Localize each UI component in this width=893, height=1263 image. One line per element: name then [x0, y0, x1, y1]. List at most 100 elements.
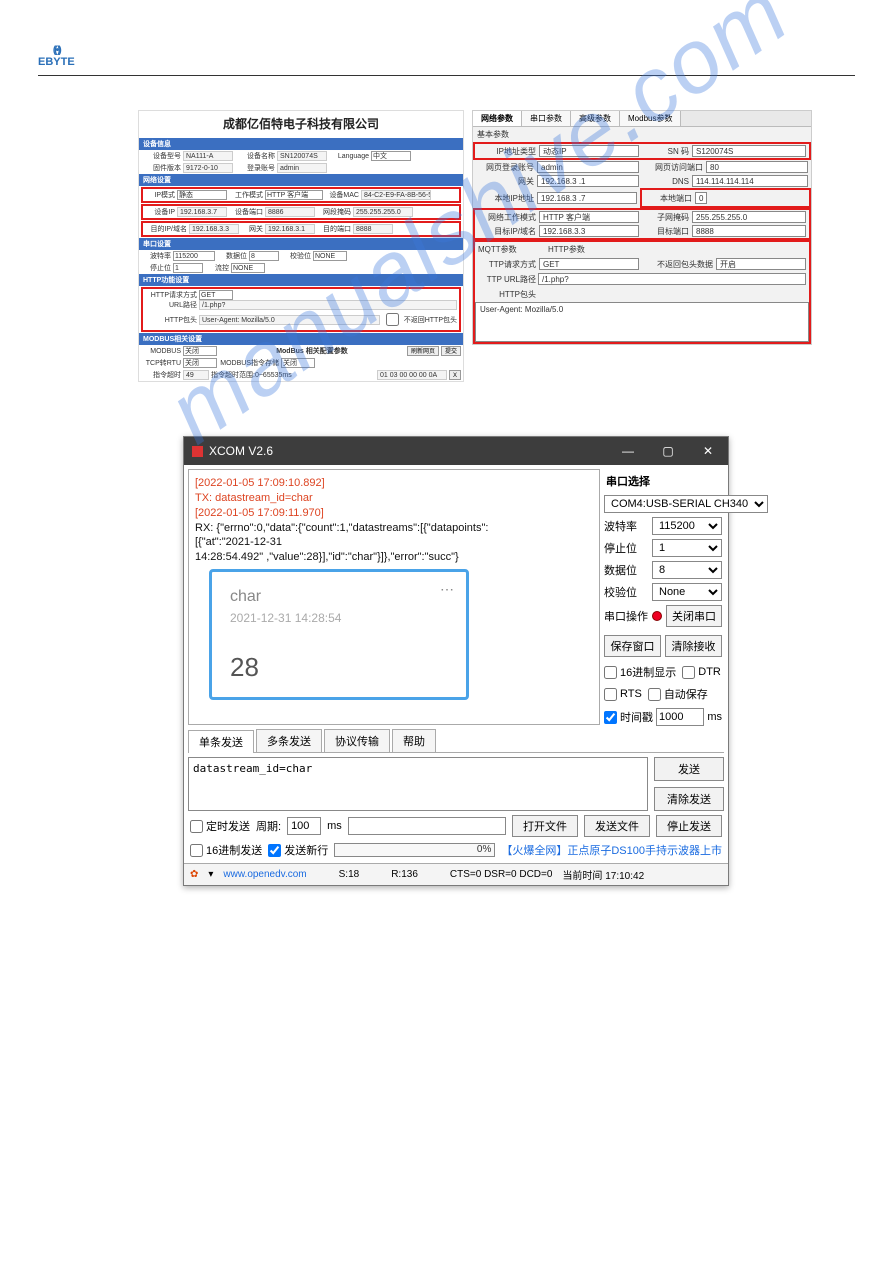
select-side-stop[interactable]: 1 — [652, 539, 722, 557]
ad-link[interactable]: 【火爆全网】正点原子DS100手持示波器上市 — [501, 842, 722, 858]
select-stopbit[interactable]: 1 — [173, 263, 203, 273]
select-side-parity[interactable]: None — [652, 583, 722, 601]
card-time: 2021-12-31 14:28:54 — [230, 610, 448, 626]
open-file-button[interactable]: 打开文件 — [512, 815, 578, 837]
label-model: 设备型号 — [141, 151, 181, 161]
input-local-port[interactable]: 0 — [695, 192, 707, 204]
port-select[interactable]: COM4:USB-SERIAL CH340 — [604, 495, 768, 513]
select-workmode[interactable]: HTTP 客户端 — [265, 190, 323, 200]
checkbox-newline[interactable] — [268, 844, 281, 857]
select-side-baud[interactable]: 115200 — [652, 517, 722, 535]
select-side-data[interactable]: 8 — [652, 561, 722, 579]
value-login: admin — [277, 163, 327, 173]
send-textarea[interactable]: datastream_id=char — [188, 757, 648, 811]
input-file-path[interactable] — [348, 817, 506, 835]
checkbox-timestamp[interactable] — [604, 711, 617, 724]
label-no-return-header: 不返回HTTP包头 — [404, 315, 457, 325]
tab-help[interactable]: 帮助 — [392, 729, 436, 752]
send-file-button[interactable]: 发送文件 — [584, 815, 650, 837]
tab-multi-send[interactable]: 多条发送 — [256, 729, 322, 752]
textarea-net-hdr[interactable]: User-Agent: Mozilla/5.0 — [475, 302, 809, 342]
input-url[interactable]: /1.php? — [199, 300, 457, 310]
input-net-dstip[interactable]: 192.168.3.3 — [539, 225, 639, 237]
clear-recv-button[interactable]: 清除接收 — [665, 635, 722, 657]
save-window-button[interactable]: 保存窗口 — [604, 635, 661, 657]
select-net-ipmode[interactable]: 动态IP — [539, 145, 639, 157]
tab-single-send[interactable]: 单条发送 — [188, 730, 254, 753]
select-baud[interactable]: 115200 — [173, 251, 215, 261]
select-mb-cache[interactable]: 关闭 — [281, 358, 315, 368]
log-ts2: [2022-01-05 17:09:11.970] — [195, 506, 593, 521]
checkbox-dtr[interactable] — [682, 666, 695, 679]
tab-network[interactable]: 网络参数 — [473, 111, 522, 126]
select-databit[interactable]: 8 — [249, 251, 279, 261]
input-web-login[interactable]: admin — [537, 161, 639, 173]
label-mb-timeout: 指令超时 — [141, 370, 181, 380]
select-net-method[interactable]: GET — [539, 258, 639, 270]
value-mb-timeout[interactable]: 49 — [183, 370, 209, 380]
select-ipmode[interactable]: 静态 — [177, 190, 227, 200]
gear-icon[interactable]: ✿ — [190, 869, 198, 880]
label-url: URL路径 — [145, 300, 197, 310]
checkbox-autosave[interactable] — [648, 688, 661, 701]
modbus-subtitle: ModBus 相关配置参数 — [219, 346, 405, 356]
card-menu-icon[interactable]: ⋯ — [440, 580, 456, 599]
xcom-window: XCOM V2.6 — ▢ ✕ [2022-01-05 17:09:10.892… — [183, 436, 729, 886]
clear-send-button[interactable]: 清除发送 — [654, 787, 724, 811]
label-autosave: 自动保存 — [664, 686, 708, 702]
input-net-gw[interactable]: 192.168.3 .1 — [537, 175, 639, 187]
tab-modbus[interactable]: Modbus参数 — [620, 111, 681, 126]
checkbox-hex-display[interactable] — [604, 666, 617, 679]
card-value: 28 — [230, 650, 448, 685]
input-local-ip[interactable]: 192.168.3 .7 — [537, 192, 637, 204]
label-net-url: TTP URL路径 — [478, 274, 536, 285]
label-modbus: MODBUS — [141, 348, 181, 355]
input-timestamp-interval[interactable] — [656, 708, 704, 726]
config-panel: 成都亿佰特电子科技有限公司 设备信息 设备型号 NA111-A 设备名称 SN1… — [138, 110, 464, 382]
close-button[interactable]: ✕ — [688, 437, 728, 465]
input-dns[interactable]: 114.114.114.114 — [692, 175, 808, 187]
select-lang[interactable]: 中文 — [371, 151, 411, 161]
input-net-url[interactable]: /1.php? — [538, 273, 806, 285]
checkbox-no-return-header[interactable] — [386, 313, 399, 326]
value-mb-addr[interactable]: 01 03 00 00 00 0A — [377, 370, 447, 380]
dropdown-icon[interactable]: ▾ — [208, 869, 213, 880]
select-tcprtu[interactable]: 关闭 — [183, 358, 217, 368]
input-net-mask[interactable]: 255.255.255.0 — [692, 211, 806, 223]
window-title: XCOM V2.6 — [209, 444, 273, 458]
select-modbus[interactable]: 关闭 — [183, 346, 217, 356]
value-devname: SN120074S — [277, 151, 327, 161]
input-period[interactable] — [287, 817, 321, 835]
checkbox-rts[interactable] — [604, 688, 617, 701]
maximize-button[interactable]: ▢ — [648, 437, 688, 465]
mb-x-button[interactable]: X — [449, 370, 461, 380]
select-net-noret[interactable]: 开启 — [716, 258, 806, 270]
value-sn: S120074S — [692, 145, 806, 157]
tab-serial[interactable]: 串口参数 — [522, 111, 571, 126]
submit-button[interactable]: 提交 — [441, 346, 461, 356]
input-http-header[interactable]: User-Agent: Mozilla/5.0 — [199, 315, 380, 325]
label-side-baud: 波特率 — [604, 518, 648, 534]
select-flow[interactable]: NONE — [231, 263, 265, 273]
status-url[interactable]: www.openedv.com — [223, 869, 306, 880]
refresh-button[interactable]: 刷新网页 — [407, 346, 439, 356]
select-net-workmode[interactable]: HTTP 客户端 — [539, 211, 639, 223]
tab-protocol[interactable]: 协议传输 — [324, 729, 390, 752]
send-button[interactable]: 发送 — [654, 757, 724, 781]
logo-waves-icon: ((•)) — [38, 45, 75, 56]
select-parity[interactable]: NONE — [313, 251, 347, 261]
label-http-header: HTTP包头 — [145, 315, 197, 325]
tab-advanced[interactable]: 高级参数 — [571, 111, 620, 126]
input-net-dstport[interactable]: 8888 — [692, 225, 806, 237]
input-web-port[interactable]: 80 — [706, 161, 808, 173]
stop-send-button[interactable]: 停止发送 — [656, 815, 722, 837]
checkbox-timed-send[interactable] — [190, 820, 203, 833]
close-port-button[interactable]: 关闭串口 — [666, 605, 722, 627]
progress-pct: 0% — [477, 844, 491, 855]
minimize-button[interactable]: — — [608, 437, 648, 465]
highlight-workmode-dst: 网络工作模式 HTTP 客户端 子网掩码 255.255.255.0 目标IP/… — [473, 208, 811, 240]
select-http-method[interactable]: GET — [199, 290, 233, 300]
checkbox-hex-send[interactable] — [190, 844, 203, 857]
value-dstip: 192.168.3.3 — [189, 224, 239, 234]
highlight-dstip-row: 目的IP/域名 192.168.3.3 网关 192.168.3.1 目的端口 … — [141, 221, 461, 237]
